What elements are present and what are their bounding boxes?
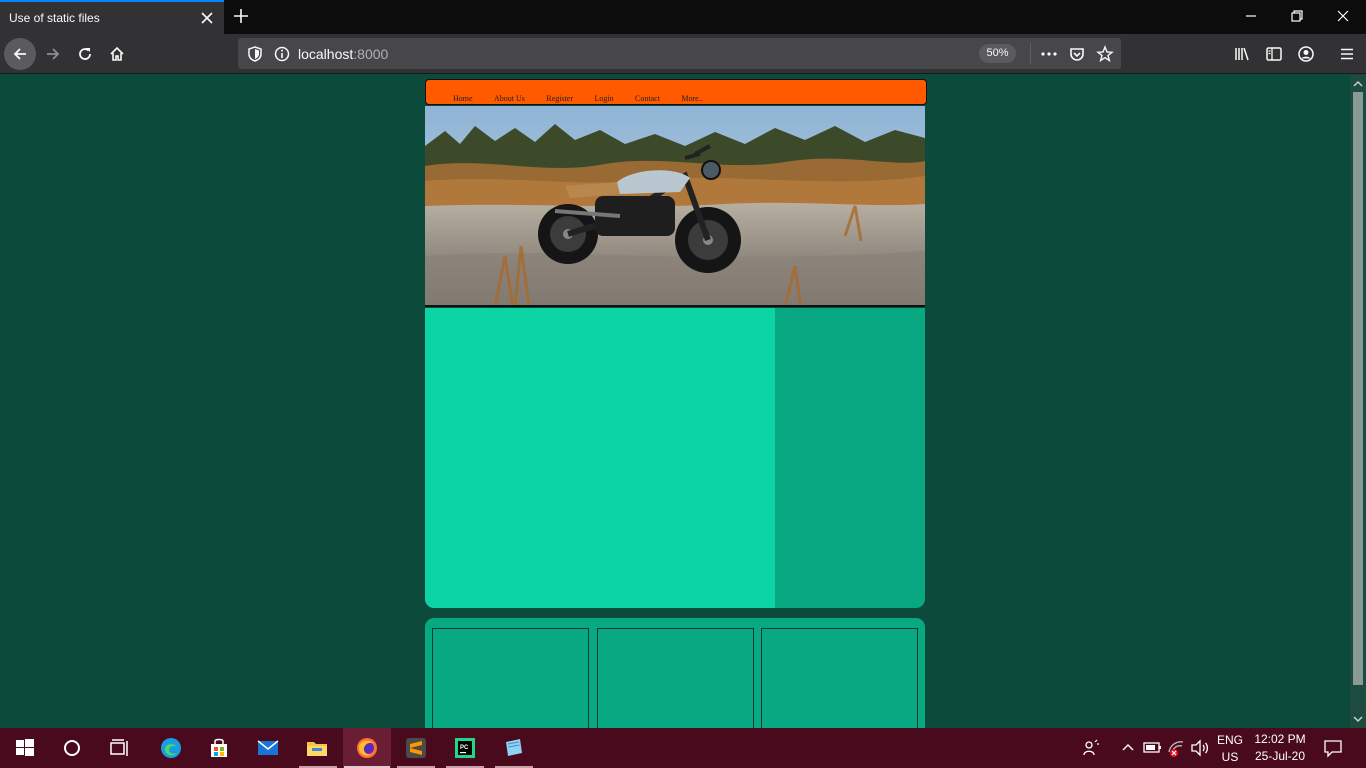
nav-item-about-us[interactable]: About Us — [494, 94, 525, 103]
arrow-right-icon — [47, 48, 60, 60]
volume-icon[interactable] — [1190, 738, 1210, 758]
notes-icon[interactable] — [502, 736, 526, 760]
card-section — [425, 618, 925, 728]
wifi-disconnected-icon[interactable] — [1166, 738, 1186, 758]
card-2 — [597, 628, 754, 728]
page-scrollbar[interactable] — [1350, 75, 1366, 728]
windows-start-icon[interactable] — [13, 736, 37, 760]
tab-title: Use of static files — [9, 11, 100, 25]
hero-motorcycle-image — [425, 106, 925, 307]
scroll-thumb[interactable] — [1353, 92, 1363, 685]
nav-item-contact[interactable]: Contact — [635, 94, 660, 103]
address-bar[interactable]: localhost:8000 50% — [238, 38, 1121, 69]
people-icon[interactable] — [1081, 738, 1101, 758]
site-nav-list: Home About Us Register Login Contact Mor… — [453, 88, 720, 106]
nav-item-register[interactable]: Register — [546, 94, 573, 103]
card-3 — [761, 628, 918, 728]
home-icon — [110, 46, 124, 61]
page-viewport: Home About Us Register Login Contact Mor… — [0, 75, 1350, 728]
notification-icon[interactable] — [1323, 738, 1343, 758]
clock-date[interactable]: 25-Jul-20 — [1249, 749, 1311, 763]
card-1 — [432, 628, 589, 728]
battery-icon[interactable] — [1143, 740, 1163, 756]
task-view-icon[interactable] — [108, 736, 132, 760]
chevron-up-icon[interactable] — [1120, 740, 1136, 756]
reload-icon — [79, 48, 91, 60]
menu-hamburger-icon[interactable] — [1338, 45, 1356, 63]
pocket-icon[interactable] — [1068, 45, 1086, 63]
main-content-column — [425, 308, 775, 608]
url-host: localhost — [298, 46, 354, 62]
sublime-text-icon[interactable] — [404, 736, 428, 760]
url-port: :8000 — [353, 46, 389, 62]
sidebar-icon[interactable] — [1265, 45, 1283, 63]
edge-icon[interactable] — [159, 736, 183, 760]
windows-taskbar: PC ENG US 12:02 PM 25-Jul-20 — [0, 728, 1366, 768]
site-navbar: Home About Us Register Login Contact Mor… — [425, 79, 927, 105]
file-explorer-icon[interactable] — [305, 736, 329, 760]
scroll-up-icon[interactable] — [1350, 78, 1366, 90]
new-tab-icon[interactable] — [232, 7, 250, 25]
shield-icon[interactable] — [246, 45, 264, 63]
language-indicator-bottom[interactable]: US — [1213, 750, 1247, 764]
url-separator — [1030, 43, 1031, 64]
navigation-toolbar: localhost:8000 50% — [0, 34, 1366, 74]
tab-bar: Use of static files — [0, 0, 1366, 34]
close-tab-icon[interactable] — [199, 10, 215, 26]
svg-text:PC: PC — [460, 745, 469, 751]
restore-icon[interactable] — [1289, 8, 1305, 24]
nav-item-login[interactable]: Login — [594, 94, 613, 103]
sidebar-column — [775, 308, 925, 608]
clock-time[interactable]: 12:02 PM — [1249, 732, 1311, 746]
library-icon[interactable] — [1233, 45, 1251, 63]
nav-item-more[interactable]: More.. — [681, 94, 702, 103]
url-text[interactable]: localhost:8000 — [298, 46, 388, 62]
scroll-down-icon[interactable] — [1350, 713, 1366, 725]
zoom-level-badge[interactable]: 50% — [979, 44, 1016, 63]
account-icon[interactable] — [1297, 45, 1315, 63]
store-icon[interactable] — [207, 736, 231, 760]
browser-tab[interactable]: Use of static files — [0, 0, 224, 34]
arrow-left-icon — [13, 48, 26, 60]
motorcycle-photo — [425, 106, 925, 305]
mail-icon[interactable] — [256, 736, 280, 760]
nav-item-home[interactable]: Home — [453, 94, 473, 103]
back-button[interactable] — [4, 38, 36, 70]
pycharm-icon[interactable]: PC — [453, 736, 477, 760]
bookmark-star-icon[interactable] — [1096, 45, 1114, 63]
firefox-icon[interactable] — [355, 736, 379, 760]
reload-button[interactable] — [70, 39, 100, 69]
close-window-icon[interactable] — [1335, 8, 1351, 24]
info-icon[interactable] — [273, 45, 291, 63]
minimize-icon[interactable] — [1243, 8, 1259, 24]
search-circle-icon[interactable] — [60, 736, 84, 760]
language-indicator-top[interactable]: ENG — [1213, 733, 1247, 747]
home-button[interactable] — [102, 39, 132, 69]
more-actions-icon[interactable] — [1040, 45, 1058, 63]
content-row — [425, 308, 925, 608]
forward-button[interactable] — [38, 39, 68, 69]
